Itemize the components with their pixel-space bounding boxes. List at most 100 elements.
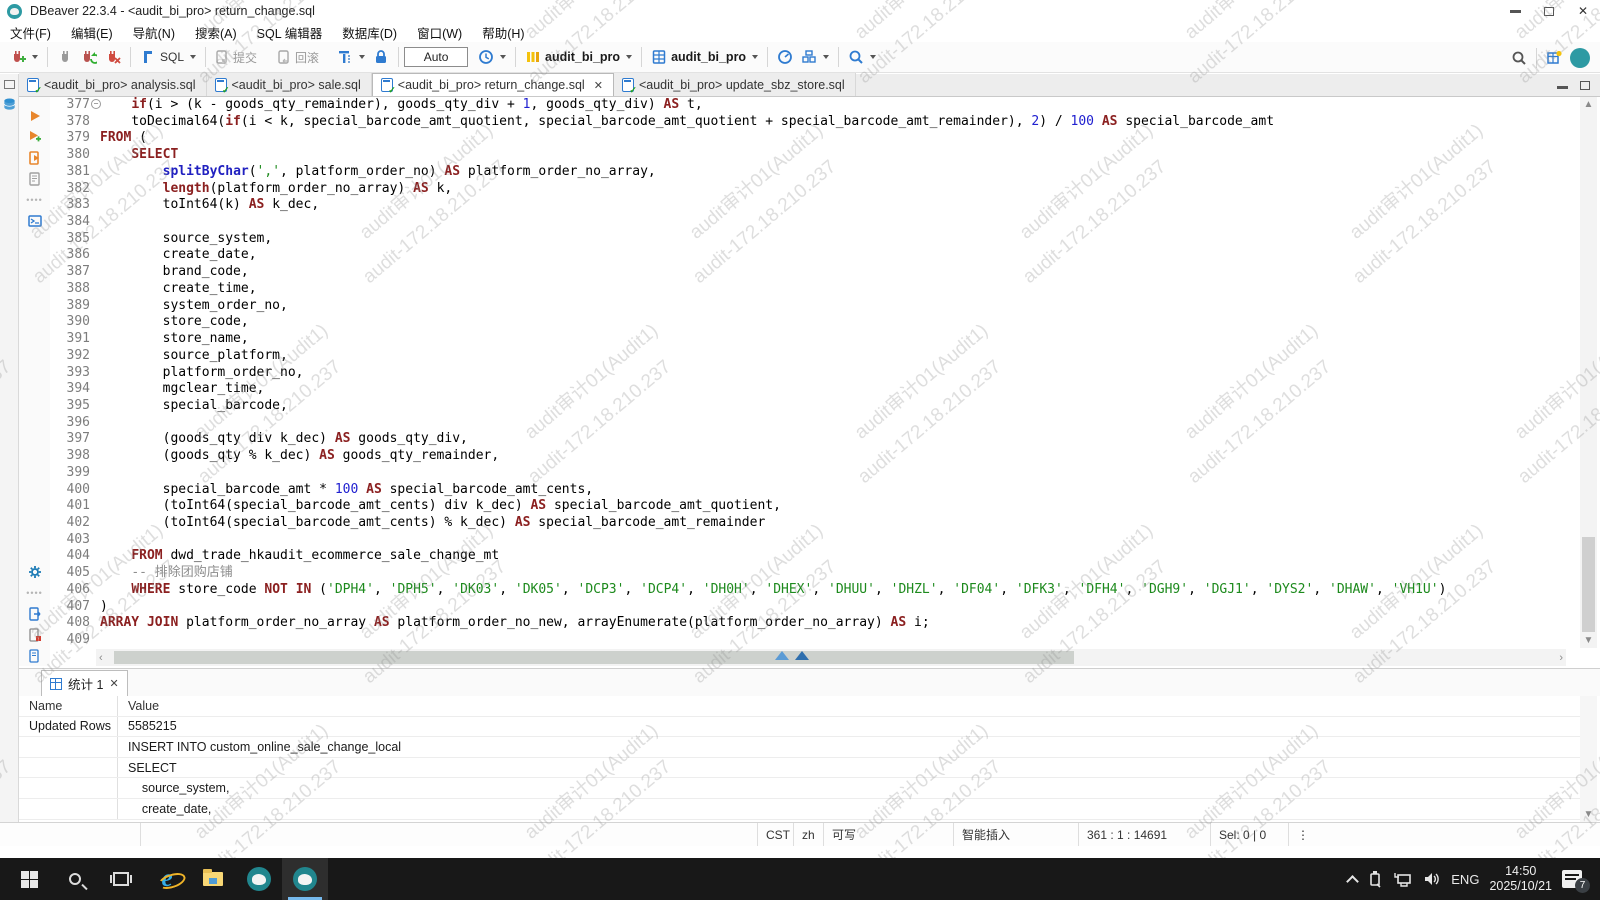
code-line[interactable]: 385 source_system, bbox=[50, 231, 1580, 248]
code-line[interactable]: 407) bbox=[50, 599, 1580, 616]
reconnect-button[interactable] bbox=[77, 45, 101, 69]
statusbar-item-3[interactable]: 智能插入 bbox=[953, 823, 1078, 846]
execute-statement-button[interactable] bbox=[19, 105, 50, 126]
menu-item-6[interactable]: 窗口(W) bbox=[407, 22, 472, 42]
editor-settings-button[interactable] bbox=[19, 561, 50, 582]
search-toolbar-button[interactable] bbox=[844, 45, 880, 69]
scroll-right-arrow[interactable]: › bbox=[1559, 652, 1563, 664]
usb-device-icon[interactable] bbox=[1367, 870, 1383, 888]
close-tab-icon[interactable]: ✕ bbox=[594, 79, 603, 92]
network-icon[interactable] bbox=[1393, 871, 1413, 887]
code-line[interactable]: 392 source_platform, bbox=[50, 348, 1580, 365]
statusbar-item-1[interactable]: zh bbox=[793, 823, 823, 846]
code-line[interactable]: 382 length(platform_order_no_array) AS k… bbox=[50, 181, 1580, 198]
scrollbar-thumb[interactable] bbox=[114, 651, 1074, 664]
restore-panel-icon[interactable] bbox=[3, 80, 15, 89]
open-view-button[interactable] bbox=[1542, 46, 1566, 70]
log-file-button[interactable] bbox=[19, 645, 50, 666]
lock-button[interactable] bbox=[369, 45, 393, 69]
code-line[interactable]: 398 (goods_qty % k_dec) AS goods_qty_rem… bbox=[50, 448, 1580, 465]
disconnect-button[interactable] bbox=[101, 45, 125, 69]
connection-selector[interactable]: audit_bi_pro bbox=[521, 45, 636, 69]
fold-marker-icon[interactable] bbox=[90, 97, 101, 114]
dbeaver-taskbar-button[interactable] bbox=[236, 858, 282, 900]
code-line[interactable]: 378 toDecimal64(if(i < k, special_barcod… bbox=[50, 114, 1580, 131]
transaction-log-button[interactable] bbox=[333, 45, 369, 69]
code-line[interactable]: 394 mgclear_time, bbox=[50, 381, 1580, 398]
volume-icon[interactable] bbox=[1423, 871, 1441, 887]
minimize-editor-area-button[interactable] bbox=[1557, 78, 1568, 90]
scroll-up-arrow[interactable]: ▲ bbox=[1580, 99, 1597, 110]
panel-sash-controls[interactable] bbox=[775, 651, 809, 660]
code-line[interactable]: 396 bbox=[50, 415, 1580, 432]
code-line[interactable]: 388 create_time, bbox=[50, 281, 1580, 298]
task-view-button[interactable] bbox=[98, 858, 144, 900]
export-result-button[interactable] bbox=[19, 603, 50, 624]
schema-selector[interactable]: audit_bi_pro bbox=[647, 45, 762, 69]
output-button[interactable] bbox=[797, 45, 833, 69]
internet-explorer-button[interactable]: e bbox=[144, 858, 190, 900]
database-navigator-icon[interactable] bbox=[2, 97, 17, 112]
maximize-button[interactable] bbox=[1532, 0, 1566, 22]
scroll-down-arrow[interactable]: ▼ bbox=[1580, 809, 1597, 820]
code-line[interactable]: 399 bbox=[50, 465, 1580, 482]
maximize-editor-area-button[interactable] bbox=[1580, 78, 1590, 90]
results-row-1[interactable]: INSERT INTO custom_online_sale_change_lo… bbox=[19, 737, 1580, 758]
code-line[interactable]: 400 special_barcode_amt * 100 AS special… bbox=[50, 482, 1580, 499]
code-line[interactable]: 402 (toInt64(special_barcode_amt_cents) … bbox=[50, 515, 1580, 532]
taskbar-clock[interactable]: 14:50 2025/10/21 bbox=[1489, 864, 1552, 894]
open-console-button[interactable] bbox=[19, 210, 50, 231]
new-connection-button[interactable] bbox=[6, 45, 42, 69]
error-log-button[interactable]: ! bbox=[19, 624, 50, 645]
maximize-panel-arrow-icon[interactable] bbox=[775, 651, 789, 660]
code-line[interactable]: 377 if(i > (k - goods_qty_remainder), go… bbox=[50, 97, 1580, 114]
close-button[interactable]: ✕ bbox=[1566, 0, 1600, 22]
code-line[interactable]: 406 WHERE store_code NOT IN ('DPH4', 'DP… bbox=[50, 582, 1580, 599]
autocommit-mode-button[interactable]: Auto bbox=[404, 47, 469, 67]
tray-expand-icon[interactable] bbox=[1346, 874, 1360, 888]
file-explorer-button[interactable] bbox=[190, 858, 236, 900]
menu-item-3[interactable]: 搜索(A) bbox=[185, 22, 247, 42]
menu-item-5[interactable]: 数据库(D) bbox=[332, 22, 407, 42]
results-row-4[interactable]: create_date, bbox=[19, 798, 1580, 820]
execute-new-tab-button[interactable] bbox=[19, 126, 50, 147]
editor-tab-3[interactable]: <audit_bi_pro> update_sbz_store.sql bbox=[613, 73, 856, 96]
notification-center-button[interactable]: 7 bbox=[1562, 870, 1590, 893]
explain-plan-button[interactable] bbox=[19, 168, 50, 189]
results-row-0[interactable]: Updated Rows 5585215 bbox=[19, 716, 1580, 738]
results-vertical-scrollbar[interactable]: ▼ bbox=[1580, 696, 1597, 822]
connect-button[interactable] bbox=[53, 45, 77, 69]
execute-script-button[interactable] bbox=[19, 147, 50, 168]
sql-editor-button[interactable]: SQL bbox=[136, 45, 200, 69]
results-tab-statistics[interactable]: 统计 1 ✕ bbox=[41, 670, 128, 696]
menu-item-4[interactable]: SQL 编辑器 bbox=[247, 22, 333, 42]
code-line[interactable]: 401 (toInt64(special_barcode_amt_cents) … bbox=[50, 498, 1580, 515]
taskbar-search-button[interactable] bbox=[52, 858, 98, 900]
code-line[interactable]: 390 store_code, bbox=[50, 314, 1580, 331]
menu-item-1[interactable]: 编辑(E) bbox=[61, 22, 123, 42]
code-line[interactable]: 395 special_barcode, bbox=[50, 398, 1580, 415]
start-button[interactable] bbox=[6, 858, 52, 900]
results-row-2[interactable]: SELECT bbox=[19, 757, 1580, 779]
restore-panel-arrow-icon[interactable] bbox=[795, 651, 809, 660]
code-line[interactable]: 381 splitByChar(',', platform_order_no) … bbox=[50, 164, 1580, 181]
minimize-button[interactable] bbox=[1498, 0, 1532, 22]
code-line[interactable]: 397 (goods_qty div k_dec) AS goods_qty_d… bbox=[50, 431, 1580, 448]
sql-code-editor[interactable]: 377 if(i > (k - goods_qty_remainder), go… bbox=[50, 97, 1580, 649]
editor-horizontal-scrollbar[interactable]: ‹ › bbox=[96, 649, 1566, 666]
language-indicator[interactable]: ENG bbox=[1451, 872, 1479, 887]
editor-vertical-scrollbar[interactable]: ▲ ▼ bbox=[1580, 97, 1597, 648]
code-line[interactable]: 405 -- 排除团购店铺 bbox=[50, 565, 1580, 582]
dbeaver-taskbar-button-active[interactable] bbox=[282, 858, 328, 900]
menu-item-2[interactable]: 导航(N) bbox=[123, 22, 185, 42]
scroll-down-arrow[interactable]: ▼ bbox=[1580, 635, 1597, 646]
dbeaver-perspective-button[interactable] bbox=[1566, 46, 1594, 70]
code-line[interactable]: 393 platform_order_no, bbox=[50, 365, 1580, 382]
column-header-value[interactable]: Value bbox=[118, 699, 159, 713]
results-row-3[interactable]: source_system, bbox=[19, 778, 1580, 799]
code-line[interactable]: 387 brand_code, bbox=[50, 264, 1580, 281]
column-header-name[interactable]: Name bbox=[19, 696, 118, 716]
code-line[interactable]: 403 bbox=[50, 532, 1580, 549]
quick-search-button[interactable] bbox=[1507, 46, 1531, 70]
code-line[interactable]: 379 FROM ( bbox=[50, 130, 1580, 147]
